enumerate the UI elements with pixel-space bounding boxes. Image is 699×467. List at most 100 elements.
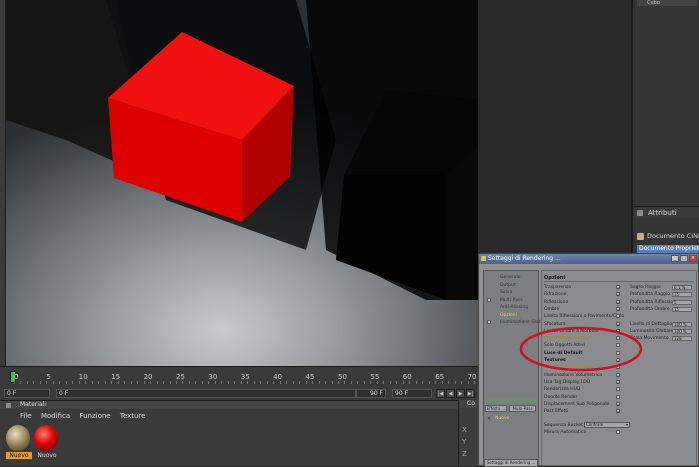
- minimize-icon[interactable]: _: [671, 255, 679, 262]
- option-checkbox[interactable]: ✓: [616, 401, 620, 406]
- maximize-icon[interactable]: □: [680, 255, 688, 262]
- option-label: Displacement Sub Poligonale: [544, 401, 610, 407]
- timeline-tick-label: 5: [46, 373, 51, 381]
- timeline-tick-mark: [318, 381, 320, 384]
- grip-icon: [6, 403, 11, 408]
- timeline-tick-mark: [396, 381, 398, 384]
- timeline-tick-mark: [33, 381, 35, 384]
- material-label: Nuovo: [37, 452, 57, 459]
- close-icon[interactable]: ×: [689, 255, 697, 262]
- timeline-tick-mark: [117, 381, 119, 384]
- add-effect-button[interactable]: Effetto ...: [485, 405, 507, 412]
- object-manager-row[interactable]: Cubo: [637, 0, 697, 6]
- play-icon[interactable]: ▶: [456, 389, 465, 398]
- timeline-tick-mark: [78, 381, 80, 384]
- timeline[interactable]: 0 5 10 15 20 25 30 35 40 45 50 55 60 65 70 0 F 0 F 90 …: [0, 366, 495, 400]
- menu-file[interactable]: File: [20, 412, 32, 420]
- nav-item[interactable]: Generale: [500, 275, 521, 280]
- timeline-tick-mark: [370, 381, 372, 384]
- attributes-title: Attributi: [648, 209, 677, 217]
- timeline-tick-mark: [143, 381, 145, 384]
- timeline-tick-mark: [163, 381, 165, 384]
- nav-enable-checkbox[interactable]: [487, 297, 491, 302]
- option-checkbox[interactable]: ✓: [616, 409, 620, 414]
- material-swatch[interactable]: Nuovo: [34, 425, 60, 461]
- start-frame-field[interactable]: 0 F: [4, 389, 50, 398]
- option-checkbox[interactable]: [616, 387, 620, 392]
- go-to-start-icon[interactable]: |◀: [436, 389, 445, 398]
- bucket-select[interactable]: Centrale ▾: [584, 422, 630, 428]
- dialog-title-bar[interactable]: Settaggi di Rendering ... _ □ ×: [479, 254, 698, 264]
- timeline-tick-mark: [26, 381, 28, 384]
- close-small-icon[interactable]: ×: [487, 416, 491, 422]
- document-row[interactable]: Documento CINE: [637, 232, 699, 242]
- timeline-tick-mark: [338, 381, 339, 384]
- material-menu-bar: File Modifica Funzione Texture: [20, 411, 152, 421]
- setting-value-field[interactable]: 0.1 %: [672, 285, 692, 290]
- nav-scrollbar[interactable]: [485, 399, 537, 402]
- app-icon: [481, 256, 486, 261]
- frame-range-slider[interactable]: 0 F: [56, 389, 356, 398]
- option-checkbox[interactable]: ✓: [616, 372, 620, 377]
- timeline-tick-mark: [124, 381, 126, 384]
- timeline-tick-mark: [59, 381, 61, 384]
- auto-size-checkbox[interactable]: [616, 430, 620, 434]
- timeline-tick-mark: [331, 381, 333, 384]
- option-checkbox[interactable]: ✓: [616, 306, 620, 311]
- nav-item[interactable]: Multi-Pass: [500, 298, 523, 303]
- option-checkbox[interactable]: ✓: [616, 285, 620, 290]
- document-properties-tab[interactable]: Documento Proprietà: [637, 245, 699, 253]
- option-checkbox[interactable]: ✓: [616, 299, 620, 304]
- option-label: Ombre: [544, 306, 560, 312]
- step-forward-icon[interactable]: ▶|: [466, 389, 475, 398]
- timeline-tick-mark: [46, 381, 48, 384]
- timeline-tick-mark: [72, 381, 74, 384]
- axis-y-label: Y: [462, 438, 467, 446]
- timeline-tick-mark: [176, 381, 177, 384]
- setting-value-field[interactable]: 100 %: [672, 321, 692, 327]
- setting-value-field[interactable]: 15: [672, 306, 692, 312]
- menu-funzione[interactable]: Funzione: [79, 412, 110, 420]
- nav-item[interactable]: Salva: [500, 290, 512, 295]
- menu-texture[interactable]: Texture: [120, 412, 146, 420]
- document-icon: [637, 233, 644, 240]
- 3d-viewport[interactable]: [6, 0, 478, 366]
- menu-modifica[interactable]: Modifica: [41, 412, 70, 420]
- document-label: Documento CINE: [647, 232, 699, 240]
- setting-value-field[interactable]: 15: [672, 292, 692, 298]
- option-checkbox[interactable]: ✓: [616, 379, 620, 384]
- timeline-tick-mark: [227, 381, 229, 384]
- timeline-tick-mark: [214, 381, 216, 384]
- material-swatch[interactable]: Nuovo: [6, 425, 32, 461]
- timeline-tick-mark: [65, 381, 67, 384]
- timeline-tick-label: 30: [208, 373, 218, 381]
- step-back-icon[interactable]: ◀: [446, 389, 455, 398]
- timeline-tick-mark: [98, 381, 100, 384]
- timeline-tick-mark: [201, 381, 203, 384]
- option-checkbox[interactable]: ✓: [616, 292, 620, 297]
- setting-label: Profondità Raggio: [630, 292, 670, 298]
- preset-item[interactable]: × Nuovo: [485, 416, 537, 423]
- option-checkbox[interactable]: [616, 394, 620, 399]
- axis-z-label: Z: [462, 450, 467, 458]
- nav-enable-checkbox[interactable]: [487, 320, 491, 324]
- nav-item[interactable]: Anti-Aliasing: [500, 305, 528, 310]
- timeline-tick-mark: [266, 381, 268, 384]
- add-multipass-button[interactable]: Multi-Pass ...: [509, 405, 536, 416]
- end-frame-field[interactable]: 90 F: [392, 389, 432, 398]
- setting-value-field[interactable]: 5: [672, 299, 692, 305]
- material-panel-header: Materiali: [0, 401, 458, 409]
- timeline-tick-mark: [247, 381, 249, 384]
- range-end-field[interactable]: 90 F: [356, 389, 386, 398]
- timeline-tick-mark: [169, 381, 171, 384]
- option-checkbox[interactable]: [616, 314, 620, 319]
- timeline-tick-mark: [467, 381, 469, 384]
- nav-item[interactable]: Output: [500, 283, 516, 288]
- option-label: Riflessione: [544, 299, 569, 305]
- timeline-tick-label: 70: [467, 373, 477, 381]
- setting-value-field[interactable]: 128: [672, 336, 692, 342]
- nav-item[interactable]: Opzioni: [500, 313, 517, 318]
- timeline-tick-mark: [52, 381, 54, 384]
- setting-value-field[interactable]: 100 %: [672, 328, 692, 334]
- option-label: Doodle Render: [544, 394, 578, 400]
